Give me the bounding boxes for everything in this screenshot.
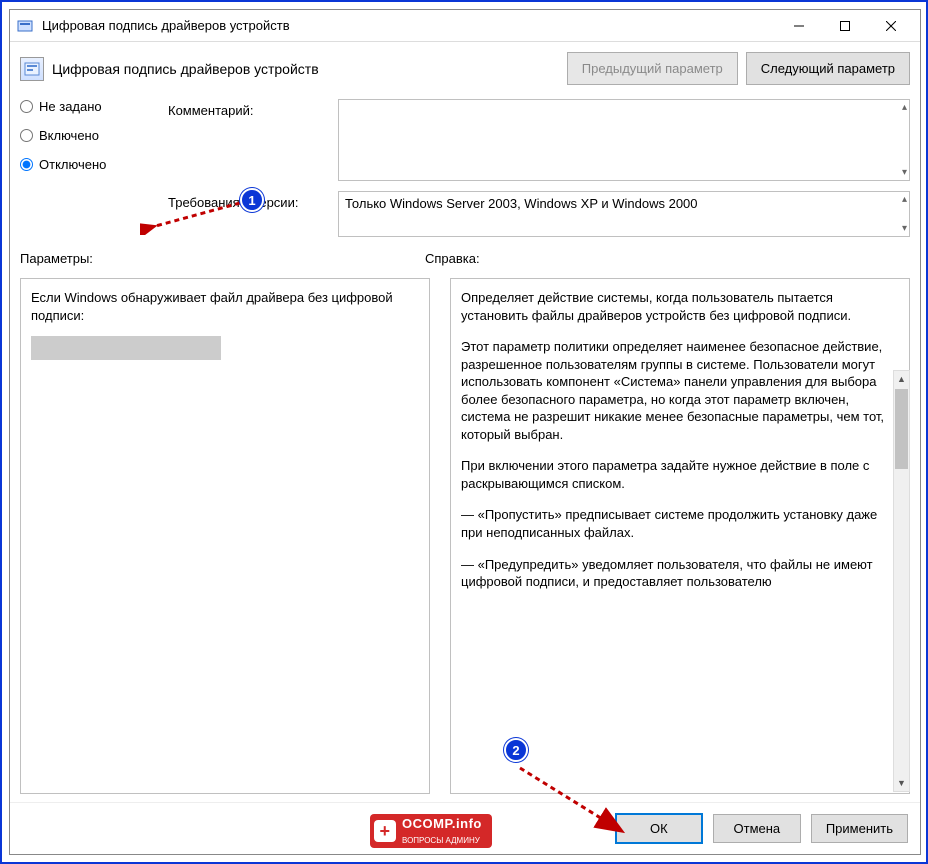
plus-icon: +: [374, 820, 396, 842]
cancel-button[interactable]: Отмена: [713, 814, 801, 843]
options-panel: Если Windows обнаруживает файл драйвера …: [20, 278, 430, 794]
titlebar: Цифровая подпись драйверов устройств: [10, 10, 920, 42]
scroll-up-icon: ▴: [902, 102, 907, 113]
radio-enabled-label: Включено: [39, 128, 99, 143]
scroll-down-icon[interactable]: ▼: [894, 775, 909, 791]
header-row: Цифровая подпись драйверов устройств Пре…: [10, 42, 920, 85]
help-panel: Определяет действие системы, когда польз…: [450, 278, 910, 794]
help-p5: — «Предупредить» уведомляет пользователя…: [461, 556, 899, 591]
scroll-up-icon: ▴: [902, 194, 907, 205]
app-icon: [16, 17, 34, 35]
annotation-badge-2: 2: [504, 738, 528, 762]
help-section-label: Справка:: [425, 251, 480, 266]
policy-icon: [20, 57, 44, 81]
state-radio-group: Не задано Включено Отключено: [20, 99, 150, 237]
close-button[interactable]: [868, 10, 914, 42]
maximize-button[interactable]: [822, 10, 868, 42]
header-title: Цифровая подпись драйверов устройств: [52, 61, 567, 77]
comment-label: Комментарий:: [168, 99, 338, 118]
scroll-down-icon: ▾: [902, 167, 907, 178]
help-p1: Определяет действие системы, когда польз…: [461, 289, 899, 324]
help-p3: При включении этого параметра задайте ну…: [461, 457, 899, 492]
help-scroll-area[interactable]: Определяет действие системы, когда польз…: [461, 289, 909, 783]
radio-enabled-input[interactable]: [20, 129, 33, 142]
apply-button[interactable]: Применить: [811, 814, 908, 843]
watermark-main: OCOMP.info: [402, 816, 482, 831]
radio-not-configured-label: Не задано: [39, 99, 102, 114]
supported-value: Только Windows Server 2003, Windows XP и…: [345, 196, 698, 211]
options-section-label: Параметры:: [20, 251, 425, 266]
watermark-badge: + OCOMP.info ВОПРОСЫ АДМИНУ: [370, 814, 492, 848]
radio-disabled-label: Отключено: [39, 157, 106, 172]
minimize-button[interactable]: [776, 10, 822, 42]
supported-box: Только Windows Server 2003, Windows XP и…: [338, 191, 910, 237]
outer-scrollbar[interactable]: ▲ ▼: [893, 370, 910, 792]
radio-not-configured-input[interactable]: [20, 100, 33, 113]
options-description: Если Windows обнаруживает файл драйвера …: [31, 289, 419, 324]
scroll-up-icon[interactable]: ▲: [894, 371, 909, 387]
help-p2: Этот параметр политики определяет наимен…: [461, 338, 899, 443]
radio-disabled[interactable]: Отключено: [20, 157, 150, 172]
next-setting-button[interactable]: Следующий параметр: [746, 52, 910, 85]
scrollbar-thumb[interactable]: [895, 389, 908, 469]
help-p4: — «Пропустить» предписывает системе прод…: [461, 506, 899, 541]
options-dropdown[interactable]: [31, 336, 221, 360]
radio-not-configured[interactable]: Не задано: [20, 99, 150, 114]
watermark-sub: ВОПРОСЫ АДМИНУ: [402, 836, 480, 845]
scroll-down-icon: ▾: [902, 223, 907, 234]
window-controls: [776, 10, 914, 42]
radio-disabled-input[interactable]: [20, 158, 33, 171]
annotation-badge-1: 1: [240, 188, 264, 212]
radio-enabled[interactable]: Включено: [20, 128, 150, 143]
ok-button[interactable]: ОК: [615, 813, 703, 844]
window-title: Цифровая подпись драйверов устройств: [42, 18, 776, 33]
comment-textarea[interactable]: ▴ ▾: [338, 99, 910, 181]
previous-setting-button[interactable]: Предыдущий параметр: [567, 52, 738, 85]
